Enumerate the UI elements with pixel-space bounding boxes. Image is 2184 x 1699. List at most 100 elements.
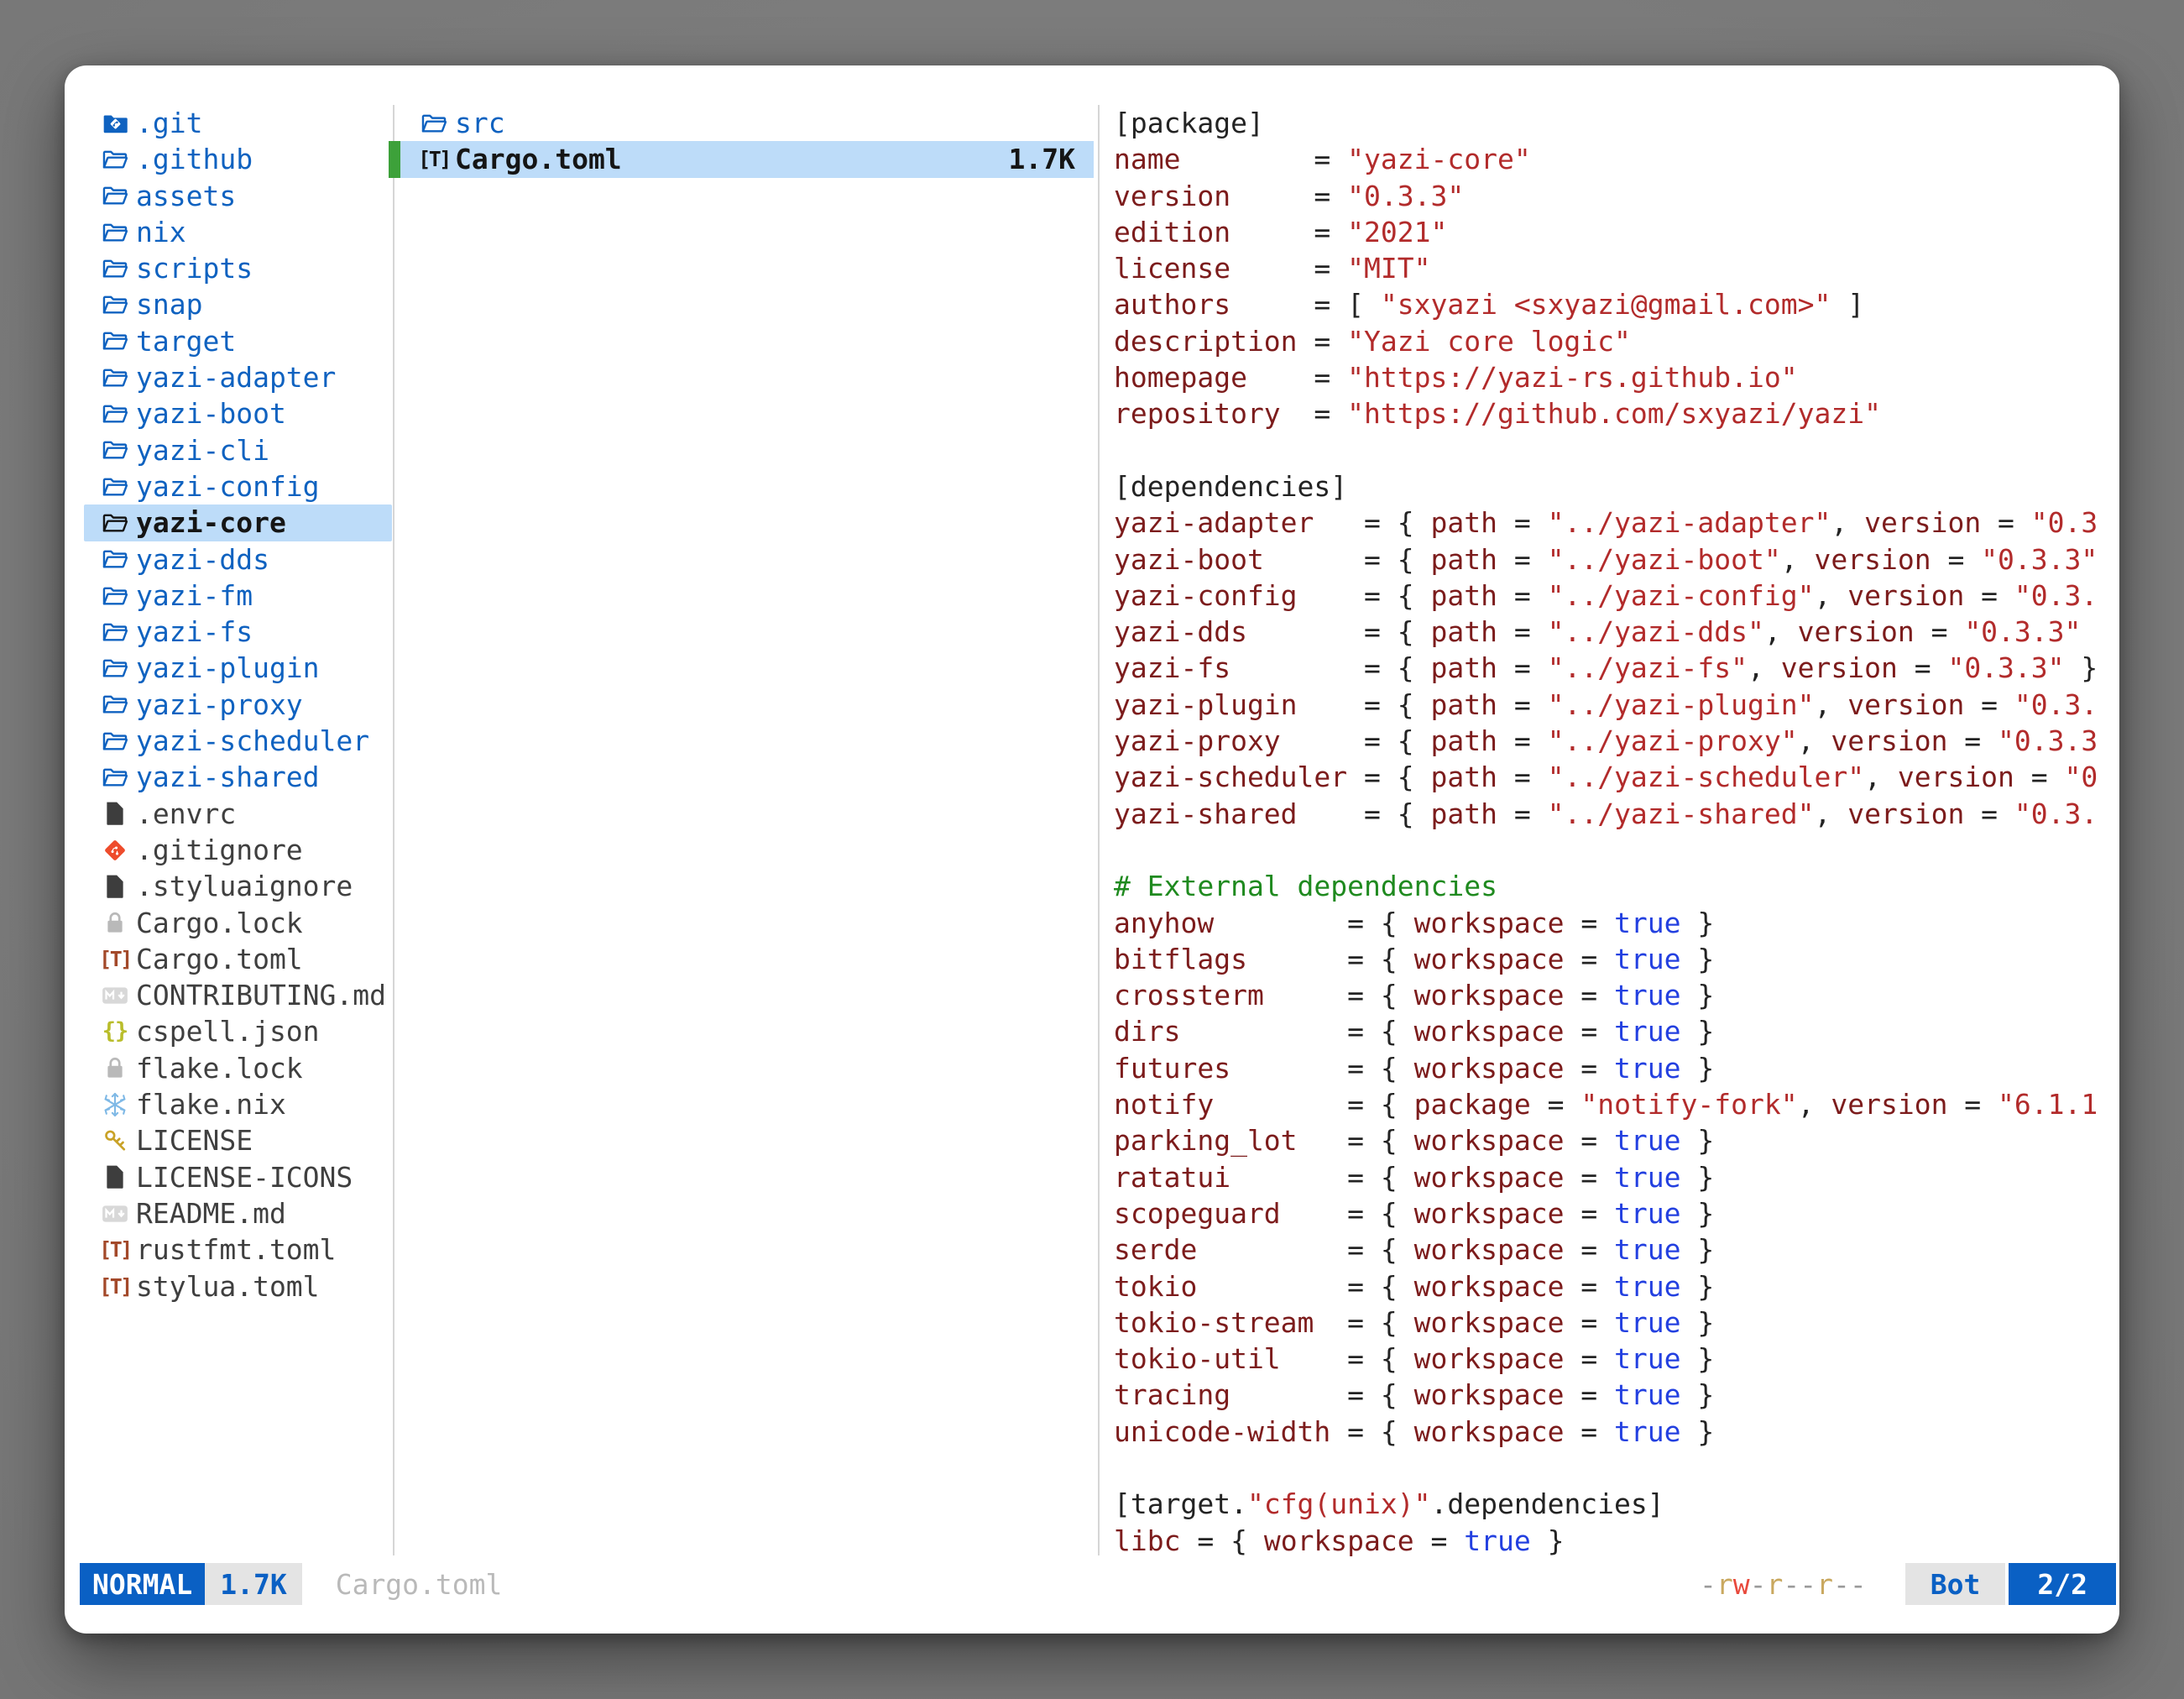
item-label: src <box>455 105 505 141</box>
dir-item-src[interactable]: src <box>389 105 1094 141</box>
preview-line <box>1114 1450 2119 1486</box>
file-item-styluaignore[interactable]: .styluaignore <box>84 868 392 904</box>
dir-item-yazi-adapter[interactable]: yazi-adapter <box>84 359 392 395</box>
preview-line: yazi-dds = { path = "../yazi-dds", versi… <box>1114 614 2119 650</box>
preview-line: serde = { workspace = true } <box>1114 1231 2119 1268</box>
preview-line: repository = "https://github.com/sxyazi/… <box>1114 395 2119 431</box>
item-label: yazi-fs <box>136 614 253 650</box>
item-label: yazi-dds <box>136 541 269 578</box>
item-label: Cargo.toml <box>455 141 622 177</box>
preview-line: version = "0.3.3" <box>1114 178 2119 214</box>
item-label: target <box>136 323 236 359</box>
file-item-stylua-toml[interactable]: [T]stylua.toml <box>84 1268 392 1304</box>
item-size: 1.7K <box>1009 141 1075 177</box>
dir-item-yazi-boot[interactable]: yazi-boot <box>84 395 392 431</box>
item-label: README.md <box>136 1195 286 1231</box>
file-item-envrc[interactable]: .envrc <box>84 796 392 832</box>
dir-item-yazi-scheduler[interactable]: yazi-scheduler <box>84 723 392 759</box>
dir-item-yazi-shared[interactable]: yazi-shared <box>84 759 392 795</box>
toml-icon: [T] <box>101 1236 129 1264</box>
item-label: cspell.json <box>136 1013 320 1049</box>
preview-line: tokio = { workspace = true } <box>1114 1268 2119 1304</box>
file-item-readme-md[interactable]: README.md <box>84 1195 392 1231</box>
mode-indicator: NORMAL <box>80 1563 205 1605</box>
folder-open-icon <box>101 473 129 501</box>
file-item-license[interactable]: LICENSE <box>84 1122 392 1158</box>
file-permissions: -rw-r--r-- <box>1700 1568 1867 1601</box>
preview-line: anyhow = { workspace = true } <box>1114 905 2119 941</box>
dir-item-yazi-fm[interactable]: yazi-fm <box>84 578 392 614</box>
lock-icon <box>101 908 129 937</box>
pane-separator-right <box>1098 105 1100 1555</box>
current-directory-pane: src[T]Cargo.toml1.7K <box>389 105 1094 178</box>
folder-open-icon <box>101 545 129 573</box>
yazi-file-manager-window: .git.githubassetsnixscriptssnaptargetyaz… <box>65 65 2119 1634</box>
item-label: assets <box>136 178 236 214</box>
file-icon <box>101 1163 129 1191</box>
preview-line: dirs = { workspace = true } <box>1114 1013 2119 1049</box>
dir-item-yazi-core[interactable]: yazi-core <box>84 504 392 541</box>
file-item-flake-lock[interactable]: flake.lock <box>84 1050 392 1086</box>
folder-open-icon <box>101 509 129 537</box>
item-label: flake.nix <box>136 1086 286 1122</box>
file-item-cargo-toml[interactable]: [T]Cargo.toml <box>84 941 392 977</box>
file-item-cspell-json[interactable]: {}cspell.json <box>84 1013 392 1049</box>
preview-line: yazi-boot = { path = "../yazi-boot", ver… <box>1114 541 2119 578</box>
dir-item-snap[interactable]: snap <box>84 286 392 322</box>
file-item-gitignore[interactable]: .gitignore <box>84 832 392 868</box>
folder-open-icon <box>101 400 129 428</box>
preview-line: description = "Yazi core logic" <box>1114 323 2119 359</box>
folder-open-icon <box>101 690 129 719</box>
file-item-cargo-lock[interactable]: Cargo.lock <box>84 905 392 941</box>
dir-item-git[interactable]: .git <box>84 105 392 141</box>
status-right-group: -rw-r--r-- Bot 2/2 <box>1700 1563 2116 1605</box>
dir-item-target[interactable]: target <box>84 323 392 359</box>
preview-line: tokio-util = { workspace = true } <box>1114 1341 2119 1377</box>
dir-item-scripts[interactable]: scripts <box>84 250 392 286</box>
item-label: LICENSE <box>136 1122 253 1158</box>
key-icon <box>101 1127 129 1155</box>
json-icon: {} <box>101 1017 129 1046</box>
item-label: yazi-boot <box>136 395 286 431</box>
file-item-license-icons[interactable]: LICENSE-ICONS <box>84 1159 392 1195</box>
item-label: yazi-config <box>136 468 320 504</box>
preview-line: name = "yazi-core" <box>1114 141 2119 177</box>
item-label: flake.lock <box>136 1050 303 1086</box>
dir-item-yazi-config[interactable]: yazi-config <box>84 468 392 504</box>
preview-line: tokio-stream = { workspace = true } <box>1114 1304 2119 1341</box>
preview-line: crossterm = { workspace = true } <box>1114 977 2119 1013</box>
nix-icon <box>101 1090 129 1119</box>
folder-open-icon <box>101 727 129 755</box>
item-label: LICENSE-ICONS <box>136 1159 353 1195</box>
dir-item-nix[interactable]: nix <box>84 214 392 250</box>
preview-line: ratatui = { workspace = true } <box>1114 1159 2119 1195</box>
dir-item-yazi-dds[interactable]: yazi-dds <box>84 541 392 578</box>
file-size-badge: 1.7K <box>205 1563 301 1605</box>
markdown-icon <box>101 1200 129 1228</box>
git-ignore-icon <box>101 836 129 865</box>
item-label: Cargo.toml <box>136 941 303 977</box>
item-label: .git <box>136 105 202 141</box>
preview-line <box>1114 432 2119 468</box>
item-label: rustfmt.toml <box>136 1231 336 1268</box>
file-item-rustfmt-toml[interactable]: [T]rustfmt.toml <box>84 1231 392 1268</box>
item-label: CONTRIBUTING.md <box>136 977 386 1013</box>
preview-line: [package] <box>1114 105 2119 141</box>
file-item-cargo-toml[interactable]: [T]Cargo.toml1.7K <box>389 141 1094 177</box>
toml-icon: [T] <box>101 944 129 973</box>
preview-line: [dependencies] <box>1114 468 2119 504</box>
item-label: yazi-cli <box>136 432 269 468</box>
item-label: stylua.toml <box>136 1268 320 1304</box>
dir-item-yazi-cli[interactable]: yazi-cli <box>84 432 392 468</box>
file-item-contributing-md[interactable]: CONTRIBUTING.md <box>84 977 392 1013</box>
dir-item-yazi-fs[interactable]: yazi-fs <box>84 614 392 650</box>
parent-directory-pane: .git.githubassetsnixscriptssnaptargetyaz… <box>65 105 393 1304</box>
lock-icon <box>101 1053 129 1082</box>
file-item-flake-nix[interactable]: flake.nix <box>84 1086 392 1122</box>
item-label: yazi-fm <box>136 578 253 614</box>
dir-item-github[interactable]: .github <box>84 141 392 177</box>
dir-item-yazi-proxy[interactable]: yazi-proxy <box>84 687 392 723</box>
dir-item-yazi-plugin[interactable]: yazi-plugin <box>84 650 392 686</box>
dir-item-assets[interactable]: assets <box>84 178 392 214</box>
item-label: yazi-scheduler <box>136 723 369 759</box>
